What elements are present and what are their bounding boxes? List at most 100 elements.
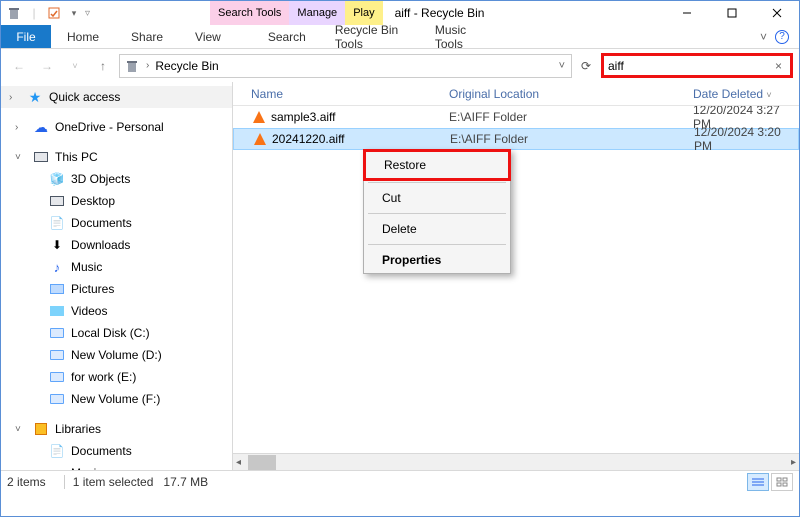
sidebar-this-pc[interactable]: ˅ This PC: [1, 146, 232, 168]
help-icon[interactable]: ?: [775, 30, 789, 44]
chevron-down-icon[interactable]: ˅: [15, 152, 27, 163]
sidebar-documents[interactable]: 📄Documents: [1, 212, 232, 234]
music-icon: ♪: [49, 259, 65, 275]
recycle-bin-tools-tab[interactable]: Recycle Bin Tools: [327, 25, 427, 49]
sidebar-new-volume-d[interactable]: New Volume (D:): [1, 344, 232, 366]
scrollbar-thumb[interactable]: [248, 455, 276, 470]
chevron-right-icon[interactable]: ›: [9, 92, 21, 103]
file-location: E:\AIFF Folder: [450, 132, 694, 146]
column-date-deleted[interactable]: Date Deleted ˅: [693, 87, 799, 101]
minimize-button[interactable]: [664, 1, 709, 25]
context-menu: Restore Cut Delete Properties: [363, 149, 511, 274]
sidebar-downloads[interactable]: ⬇Downloads: [1, 234, 232, 256]
sidebar-item-label: Documents: [71, 216, 132, 230]
ctx-label-search: Search Tools: [210, 1, 289, 25]
content-pane: Name Original Location Date Deleted ˅ sa…: [233, 82, 799, 470]
sidebar-item-label: This PC: [55, 150, 98, 164]
maximize-button[interactable]: [709, 1, 754, 25]
scroll-right-icon[interactable]: ▸: [788, 457, 799, 468]
sidebar-libraries[interactable]: ˅ Libraries: [1, 418, 232, 440]
up-button[interactable]: ↑: [91, 54, 115, 78]
home-tab[interactable]: Home: [51, 25, 115, 48]
column-headers: Name Original Location Date Deleted ˅: [233, 82, 799, 106]
sidebar-lib-documents[interactable]: 📄Documents: [1, 440, 232, 462]
music-tools-tab[interactable]: Music Tools: [427, 25, 501, 49]
sidebar-for-work-e[interactable]: for work (E:): [1, 366, 232, 388]
details-view-button[interactable]: [747, 473, 769, 491]
star-icon: ★: [27, 89, 43, 105]
scroll-left-icon[interactable]: ◂: [233, 457, 244, 468]
navigation-pane[interactable]: › ★ Quick access › ☁ OneDrive - Personal…: [1, 82, 233, 470]
forward-button[interactable]: →: [35, 54, 59, 78]
sidebar-item-label: Desktop: [71, 194, 115, 208]
sidebar-item-label: Pictures: [71, 282, 114, 296]
sidebar-item-label: Libraries: [55, 422, 101, 436]
sidebar-item-label: New Volume (F:): [71, 392, 160, 406]
sidebar-3d-objects[interactable]: 🧊3D Objects: [1, 168, 232, 190]
menu-item-properties[interactable]: Properties: [364, 247, 510, 273]
menu-item-cut[interactable]: Cut: [364, 185, 510, 211]
sidebar-item-label: OneDrive - Personal: [55, 120, 164, 134]
table-row[interactable]: 20241220.aiff E:\AIFF Folder 12/20/2024 …: [233, 128, 799, 150]
chevron-right-icon[interactable]: ›: [15, 122, 27, 133]
status-bar: 2 items 1 item selected 17.7 MB: [1, 470, 799, 492]
large-icons-view-button[interactable]: [771, 473, 793, 491]
column-name[interactable]: Name: [251, 87, 449, 101]
qat-overflow[interactable]: ▿: [85, 8, 90, 19]
breadcrumb-item[interactable]: Recycle Bin: [155, 59, 218, 73]
sidebar-lib-music[interactable]: ♪Music: [1, 462, 232, 470]
column-original-location[interactable]: Original Location: [449, 87, 693, 101]
file-list[interactable]: sample3.aiff E:\AIFF Folder 12/20/2024 3…: [233, 106, 799, 453]
ribbon-collapse-button[interactable]: ˅?: [750, 25, 799, 48]
cube-icon: 🧊: [49, 171, 65, 187]
sidebar-item-label: Music: [71, 260, 102, 274]
pictures-icon: [49, 281, 65, 297]
qat-dropdown-icon[interactable]: ▾: [65, 4, 83, 22]
back-button[interactable]: ←: [7, 54, 31, 78]
chevron-down-icon[interactable]: ˅: [15, 424, 27, 435]
disk-icon: [49, 347, 65, 363]
file-location: E:\AIFF Folder: [449, 110, 693, 124]
sidebar-pictures[interactable]: Pictures: [1, 278, 232, 300]
status-separator: [64, 475, 65, 489]
search-tab[interactable]: Search: [247, 25, 327, 49]
close-button[interactable]: [754, 1, 799, 25]
chevron-right-icon[interactable]: ›: [144, 60, 151, 71]
sidebar-desktop[interactable]: Desktop: [1, 190, 232, 212]
clear-search-icon[interactable]: ×: [771, 59, 786, 73]
menu-item-restore[interactable]: Restore: [366, 152, 508, 178]
sidebar-item-label: Music: [71, 466, 102, 470]
sidebar-new-volume-f[interactable]: New Volume (F:): [1, 388, 232, 410]
ctx-label-manage: Manage: [289, 1, 345, 25]
file-name: sample3.aiff: [271, 110, 449, 124]
sidebar-item-label: New Volume (D:): [71, 348, 162, 362]
sidebar-music[interactable]: ♪ Music: [1, 256, 232, 278]
file-name: 20241220.aiff: [272, 132, 450, 146]
menu-item-delete[interactable]: Delete: [364, 216, 510, 242]
search-box[interactable]: ×: [601, 53, 793, 78]
document-icon: 📄: [49, 443, 65, 459]
file-date: 12/20/2024 3:20 PM: [694, 125, 798, 153]
ribbon-tabs: File Home Share View Search Recycle Bin …: [1, 25, 799, 49]
window-title: aiff - Recycle Bin: [395, 6, 485, 20]
sidebar-item-label: Downloads: [71, 238, 130, 252]
sidebar-onedrive[interactable]: › ☁ OneDrive - Personal: [1, 116, 232, 138]
view-tab[interactable]: View: [179, 25, 237, 48]
search-input[interactable]: [608, 59, 771, 73]
main-area: › ★ Quick access › ☁ OneDrive - Personal…: [1, 82, 799, 470]
sidebar-local-disk-c[interactable]: Local Disk (C:): [1, 322, 232, 344]
sidebar-quick-access[interactable]: › ★ Quick access: [1, 86, 232, 108]
properties-qat-icon[interactable]: [45, 4, 63, 22]
file-tab[interactable]: File: [1, 25, 51, 48]
share-tab[interactable]: Share: [115, 25, 179, 48]
recent-locations-button[interactable]: ˅: [63, 54, 87, 78]
refresh-button[interactable]: ⟳: [575, 55, 597, 77]
horizontal-scrollbar[interactable]: ◂ ▸: [233, 453, 799, 470]
breadcrumb[interactable]: › Recycle Bin ˅: [119, 54, 572, 78]
vlc-file-icon: [251, 109, 267, 125]
menu-separator: [368, 213, 506, 214]
ctx-label-play: Play: [345, 1, 382, 25]
pc-icon: [33, 149, 49, 165]
breadcrumb-dropdown-icon[interactable]: ˅: [557, 60, 567, 72]
sidebar-videos[interactable]: Videos: [1, 300, 232, 322]
